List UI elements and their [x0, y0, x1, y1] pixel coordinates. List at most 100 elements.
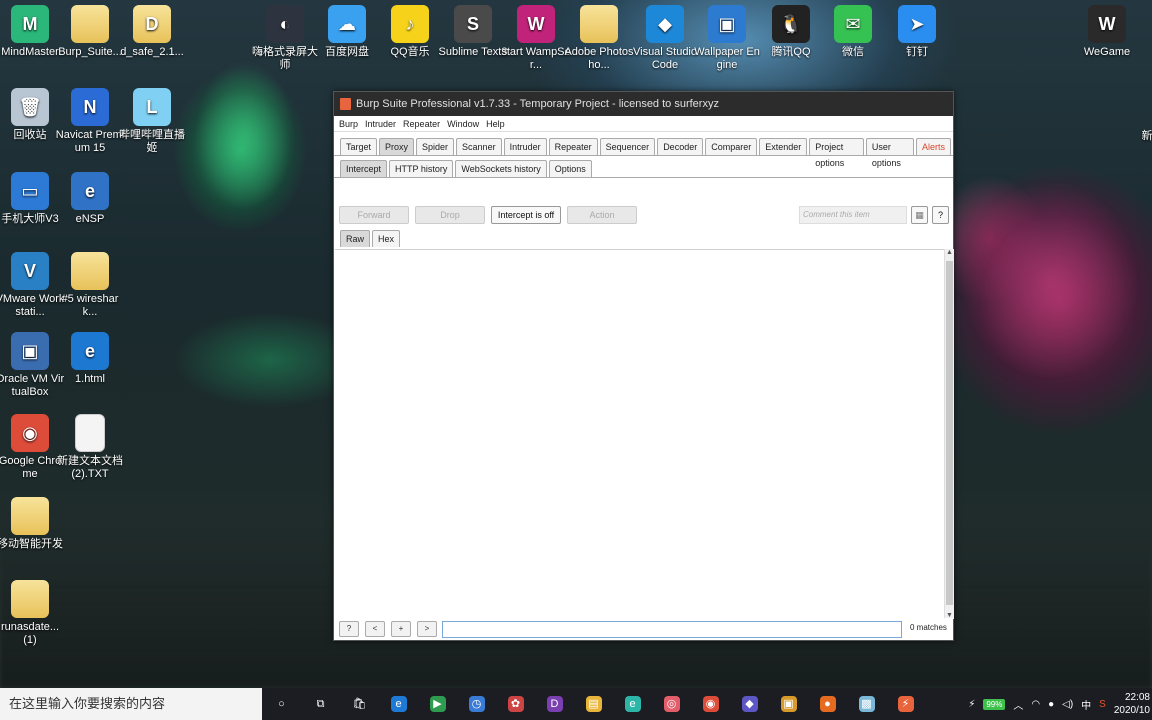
icons_top-icon-tile[interactable]: ✉ 微信 — [818, 5, 888, 59]
taskbar-dev-icon[interactable]: D — [535, 688, 574, 720]
icons_left-icon-tile[interactable]: e eNSP — [55, 172, 125, 226]
taskbar-browser-e-icon[interactable]: e — [613, 688, 652, 720]
clock-app-glyph: ◷ — [468, 696, 485, 713]
editor-scrollbar[interactable]: ▲ ▼ — [944, 249, 954, 619]
help-icon[interactable]: ? — [932, 206, 949, 224]
taskbar-media-icon[interactable]: ▶ — [418, 688, 457, 720]
intercept-toggle-button[interactable]: Intercept is off — [491, 206, 561, 224]
tab-intruder[interactable]: Intruder — [503, 138, 547, 155]
tab-raw[interactable]: Raw — [340, 230, 371, 247]
system-tray: ⚡ 99% ︿ ◠ ● ◁) 中 S 22:08 2020/10 — [968, 688, 1152, 720]
ime-indicator[interactable]: 中 — [1081, 697, 1091, 712]
burp-suite-window[interactable]: Burp Suite Professional v1.7.33 - Tempor… — [333, 91, 954, 641]
icons_top-icon-tile[interactable]: ▣ Wallpaper Engine — [692, 5, 762, 72]
tab-sequencer[interactable]: Sequencer — [599, 138, 656, 155]
icons_top-icon-tile[interactable]: ➤ 钉钉 — [882, 5, 952, 59]
highlight-grid-icon[interactable]: ▦ — [911, 206, 928, 224]
tab-proxy[interactable]: Proxy — [379, 138, 415, 155]
tab-scanner[interactable]: Scanner — [456, 138, 502, 155]
search-add-button[interactable]: + — [391, 621, 411, 637]
taskbar-explorer-icon[interactable]: ▤ — [574, 688, 613, 720]
icons_left-icon-tile[interactable]: L 哔哩哔哩直播姬 — [117, 88, 187, 155]
taskbar-colorful-icon[interactable]: ◎ — [652, 688, 691, 720]
power-icon[interactable]: ⚡ — [968, 699, 975, 710]
scroll-up-icon[interactable]: ▲ — [946, 249, 953, 256]
icons_left-icon-tile[interactable]: Burp_Suite... — [55, 5, 125, 59]
main-tabs: Target Proxy Spider Scanner Intruder Repeater… — [334, 134, 953, 168]
taskbar-cube-icon[interactable]: ▣ — [769, 688, 808, 720]
desktop-icon-label: 钉钉 — [906, 46, 928, 58]
search-help-button[interactable]: ? — [339, 621, 359, 637]
icons_top-icon-tile[interactable]: ☁ 百度网盘 — [312, 5, 382, 59]
action-button[interactable]: Action — [567, 206, 637, 224]
message-editor[interactable] — [335, 249, 945, 619]
app-tray-icon[interactable]: ● — [1048, 699, 1054, 710]
menu-intruder[interactable]: Intruder — [365, 119, 396, 129]
taskbar-network-app-icon[interactable]: ✿ — [496, 688, 535, 720]
icons_top-icon-tile[interactable]: Adobe Photosho... — [564, 5, 634, 72]
tab-alerts[interactable]: Alerts — [915, 138, 951, 155]
taskbar-task-view-icon[interactable]: ⧉ — [301, 688, 340, 720]
icons_left-icon-tile[interactable]: #5 wireshark... — [55, 252, 125, 319]
forward-button[interactable]: Forward — [339, 206, 409, 224]
tab-repeater[interactable]: Repeater — [548, 138, 598, 155]
drop-button[interactable]: Drop — [415, 206, 485, 224]
desktop-icon-label: start WampSer... — [501, 46, 571, 71]
subtab-http-history[interactable]: HTTP history — [389, 160, 454, 177]
tab-project-options[interactable]: Project options — [809, 138, 864, 168]
clock[interactable]: 22:08 2020/10 — [1114, 691, 1150, 717]
menu-help[interactable]: Help — [486, 119, 505, 129]
icons_top-icon-tile[interactable]: Wstart WampSer... — [501, 5, 571, 72]
icons_left-icon-tile[interactable]: Dd_safe_2.1... — [117, 5, 187, 59]
tab-decoder[interactable]: Decoder — [657, 138, 704, 155]
icons_top-app-icon: ✉ — [834, 5, 872, 43]
icons_top-icon-tile[interactable]: ◆ Visual Studio Code — [630, 5, 700, 72]
icons_top-icon-tile[interactable]: W WeGame — [1072, 5, 1142, 59]
menu-burp[interactable]: Burp — [339, 119, 358, 129]
window-titlebar[interactable]: Burp Suite Professional v1.7.33 - Tempor… — [334, 92, 953, 116]
icons_top-icon-tile[interactable]: ◐ 嗨格式录屏大师 — [250, 5, 320, 72]
taskbar-edge-icon[interactable]: e — [379, 688, 418, 720]
wifi-icon[interactable]: ◠ — [1031, 699, 1040, 710]
taskbar-search-input[interactable]: 在这里输入你要搜索的内容 — [0, 688, 262, 720]
taskbar-burp-icon[interactable]: ⚡ — [886, 688, 925, 720]
burp-app-icon — [340, 98, 351, 110]
volume-icon[interactable]: ◁) — [1062, 699, 1073, 710]
icons_top-icon-tile[interactable]: ♪ QQ音乐 — [375, 5, 445, 59]
scroll-thumb[interactable] — [946, 261, 953, 605]
taskbar-app-blue-icon[interactable]: ▩ — [847, 688, 886, 720]
icons_left-icon-tile[interactable]: e 1.html — [55, 332, 125, 386]
tab-target[interactable]: Target — [340, 138, 378, 155]
search-input[interactable] — [442, 621, 902, 638]
icons_top-icon-tile[interactable]: S Sublime Text3 — [438, 5, 508, 59]
taskbar-firefox-icon[interactable]: ● — [808, 688, 847, 720]
icons_left-icon-tile[interactable]: 移动智能开发 — [0, 497, 65, 551]
tab-hex[interactable]: Hex — [372, 230, 401, 247]
tab-user-options[interactable]: User options — [865, 138, 914, 168]
search-next-button[interactable]: > — [417, 621, 437, 637]
tray-expand-icon[interactable]: ︿ — [1013, 697, 1023, 712]
menu-window[interactable]: Window — [447, 119, 479, 129]
taskbar-store-icon[interactable]: 🛍 — [340, 688, 379, 720]
search-prev-button[interactable]: < — [365, 621, 385, 637]
desktop-icon-partial-right[interactable]: 新 — [1140, 130, 1152, 143]
subtab-options[interactable]: Options — [548, 160, 592, 177]
icons_left-icon-tile[interactable]: 新建文本文档 (2).TXT — [55, 414, 125, 481]
tab-spider[interactable]: Spider — [416, 138, 455, 155]
comment-input[interactable]: Comment this item — [799, 206, 907, 224]
taskbar-vs-icon[interactable]: ◆ — [730, 688, 769, 720]
menu-repeater[interactable]: Repeater — [403, 119, 440, 129]
tab-comparer[interactable]: Comparer — [705, 138, 758, 155]
tab-extender[interactable]: Extender — [759, 138, 808, 155]
taskbar-chrome-icon[interactable]: ◉ — [691, 688, 730, 720]
icons_left-icon-tile[interactable]: runasdate... (1) — [0, 580, 65, 647]
icons_top-app-icon: 🐧 — [772, 5, 810, 43]
sogou-icon[interactable]: S — [1099, 699, 1106, 710]
taskbar-clock-app-icon[interactable]: ◷ — [457, 688, 496, 720]
battery-indicator[interactable]: 99% — [983, 698, 1006, 710]
taskbar-cortana-icon[interactable]: ○ — [262, 688, 301, 720]
subtab-websockets-history[interactable]: WebSockets history — [455, 160, 547, 177]
subtab-intercept[interactable]: Intercept — [340, 160, 388, 177]
icons_top-icon-tile[interactable]: 🐧 腾讯QQ — [756, 5, 826, 59]
icons_left-icon-tile[interactable]: N Navicat Premium 15 — [55, 88, 125, 155]
